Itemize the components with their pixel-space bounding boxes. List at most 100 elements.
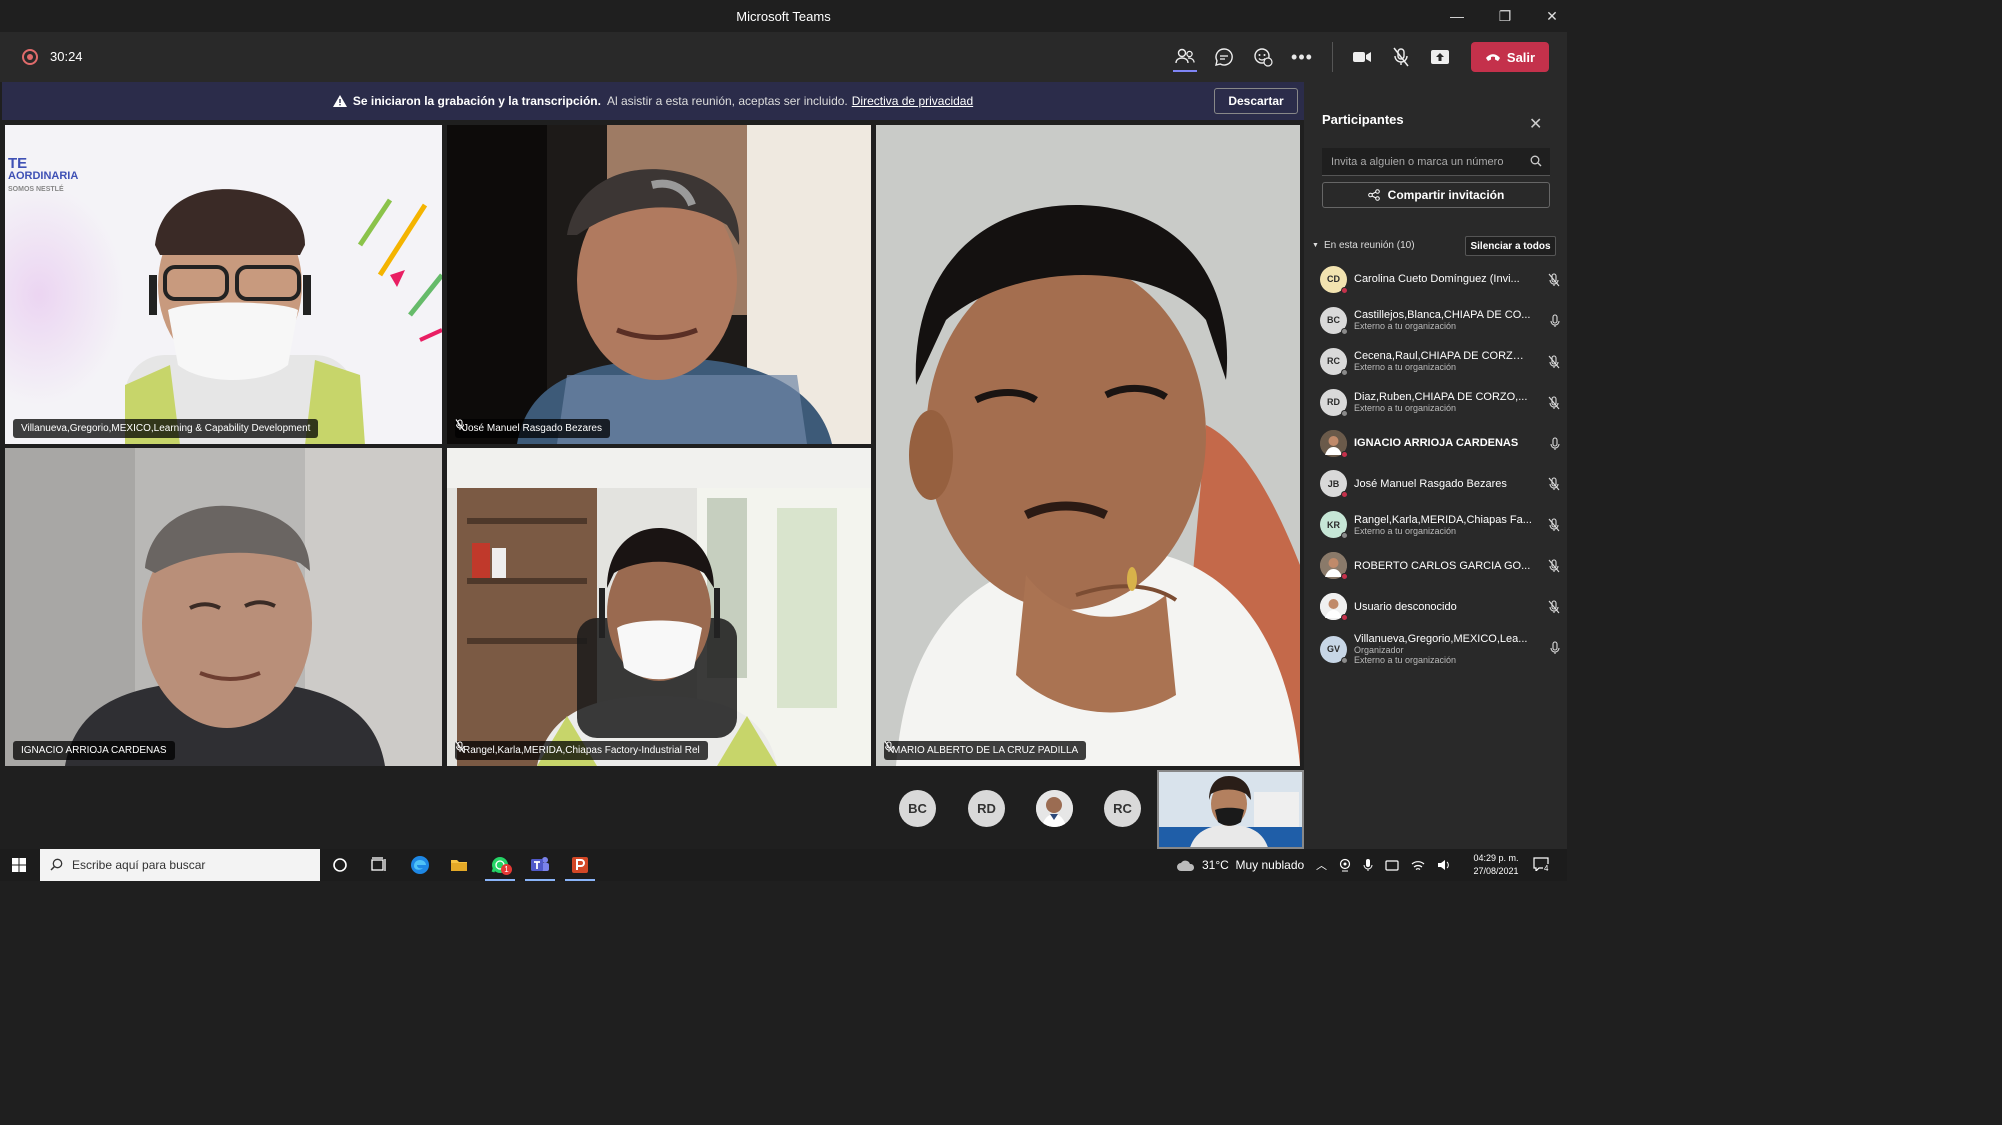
- powerpoint-app-button[interactable]: [565, 855, 595, 881]
- participant-subtitle: Externo a tu organización: [1354, 403, 1457, 414]
- video-tile-rangel-karla[interactable]: Rangel,Karla,MERIDA,Chiapas Factory-Indu…: [447, 448, 871, 766]
- chevron-up-icon[interactable]: ︿: [1316, 857, 1327, 873]
- weather-widget[interactable]: 31°C Muy nublado: [1176, 849, 1304, 881]
- mute-all-button[interactable]: Silenciar a todos: [1465, 236, 1556, 256]
- participant-text: Cecena,Raul,CHIAPA DE CORZO,... Externo a…: [1354, 350, 1532, 372]
- participant-name: IGNACIO ARRIOJA CARDENAS: [1354, 437, 1519, 449]
- status-dot: [1341, 327, 1348, 335]
- participant-avatar[interactable]: RC: [1104, 790, 1141, 827]
- chat-button[interactable]: [1211, 44, 1237, 70]
- mic-icon: [1550, 437, 1560, 456]
- share-invitation-button[interactable]: Compartir invitación: [1322, 182, 1550, 208]
- status-dot: [1341, 614, 1348, 622]
- video-feed: [447, 448, 871, 766]
- participant-subtitle: Externo a tu organización: [1354, 321, 1457, 332]
- participant-row[interactable]: Usuario desconocido: [1320, 586, 1560, 627]
- participant-row[interactable]: IGNACIO ARRIOJA CARDENAS: [1320, 423, 1560, 464]
- edge-icon: [411, 856, 429, 874]
- video-tile-ignacio[interactable]: IGNACIO ARRIOJA CARDENAS: [5, 448, 442, 766]
- participant-text: Carolina Cueto Domínguez (Invi...: [1354, 273, 1532, 285]
- microphone-button[interactable]: [1388, 44, 1414, 70]
- wifi-icon[interactable]: [1411, 859, 1425, 871]
- edge-app-button[interactable]: [410, 855, 430, 875]
- share-screen-button[interactable]: [1427, 44, 1453, 70]
- participant-list: CD Carolina Cueto Domínguez (Invi... BC Cas…: [1320, 259, 1560, 671]
- meet-now-icon[interactable]: [1385, 858, 1399, 872]
- participant-name-tag: MARIO ALBERTO DE LA CRUZ PADILLA: [884, 741, 1087, 760]
- participant-name: Castillejos,Blanca,CHIAPA DE CO...: [1354, 309, 1531, 322]
- participant-avatar[interactable]: BC: [899, 790, 936, 827]
- participant-subtitle: Organizador: [1354, 645, 1404, 656]
- reactions-icon: [1254, 48, 1273, 67]
- minimize-button[interactable]: —: [1441, 0, 1473, 32]
- participant-row[interactable]: RC Cecena,Raul,CHIAPA DE CORZO,... Externo…: [1320, 341, 1560, 382]
- participant-row[interactable]: BC Castillejos,Blanca,CHIAPA DE CO... Exte…: [1320, 300, 1560, 341]
- participant-row[interactable]: CD Carolina Cueto Domínguez (Invi...: [1320, 259, 1560, 300]
- whatsapp-button[interactable]: 1: [485, 855, 515, 881]
- video-feed: [1159, 772, 1302, 847]
- privacy-policy-link[interactable]: Directiva de privacidad: [852, 94, 973, 108]
- participant-text: Rangel,Karla,MERIDA,Chiapas Fa... Externo…: [1354, 514, 1532, 536]
- participant-avatar[interactable]: [1036, 790, 1073, 827]
- powerpoint-icon: [572, 857, 588, 873]
- maximize-button[interactable]: ❐: [1473, 0, 1537, 32]
- status-dot: [1341, 368, 1348, 376]
- participants-button[interactable]: [1172, 44, 1198, 72]
- speaker-icon[interactable]: [1437, 859, 1451, 871]
- self-preview-video[interactable]: [1157, 770, 1304, 849]
- close-icon: ✕: [1529, 116, 1543, 133]
- camera-button[interactable]: [1349, 44, 1375, 70]
- close-panel-button[interactable]: ✕: [1529, 114, 1542, 134]
- teams-app-button[interactable]: [525, 855, 555, 881]
- clock-date: 27/08/2021: [1473, 866, 1519, 876]
- cortana-button[interactable]: [330, 855, 350, 875]
- reactions-button[interactable]: [1250, 44, 1276, 70]
- tile-background-text: TE AORDINARIA SOMOS NESTLÉ: [8, 155, 79, 193]
- participant-name: José Manuel Rasgado Bezares: [1354, 477, 1507, 490]
- taskbar-search-box[interactable]: Escribe aquí para buscar: [40, 849, 320, 881]
- participant-name-tag: IGNACIO ARRIOJA CARDENAS: [13, 741, 175, 760]
- taskbar-clock[interactable]: 04:29 p. m. 27/08/2021: [1466, 852, 1526, 878]
- mic-off-icon: [1548, 355, 1560, 374]
- dismiss-banner-button[interactable]: Descartar: [1214, 88, 1298, 114]
- notification-count: 4: [1543, 864, 1550, 873]
- mic-off-icon: [884, 741, 894, 753]
- video-tile-jose-manuel[interactable]: José Manuel Rasgado Bezares: [447, 125, 871, 444]
- status-dot: [1341, 286, 1348, 294]
- participant-avatar[interactable]: RD: [968, 790, 1005, 827]
- participant-row[interactable]: ROBERTO CARLOS GARCIA GO...: [1320, 545, 1560, 586]
- participant-row[interactable]: JB José Manuel Rasgado Bezares: [1320, 463, 1560, 504]
- banner-bold-text: Se iniciaron la grabación y la transcrip…: [352, 94, 601, 108]
- participant-row[interactable]: KR Rangel,Karla,MERIDA,Chiapas Fa... Exter…: [1320, 504, 1560, 545]
- file-explorer-button[interactable]: [449, 855, 469, 875]
- chevron-down-icon: ▼: [1312, 242, 1319, 249]
- avatar: GV: [1320, 635, 1348, 664]
- notification-center-button[interactable]: 4: [1533, 857, 1550, 876]
- more-icon: •••: [1291, 46, 1313, 67]
- webcam-icon[interactable]: [1339, 858, 1351, 872]
- participant-text: IGNACIO ARRIOJA CARDENAS: [1354, 437, 1532, 449]
- mic-icon: [1550, 314, 1560, 333]
- invite-search-input[interactable]: [1322, 148, 1550, 176]
- recording-icon: [22, 49, 38, 65]
- avatar: CD: [1320, 265, 1348, 294]
- cortana-icon: [333, 858, 347, 872]
- close-window-button[interactable]: ✕: [1537, 0, 1567, 32]
- leave-button[interactable]: Salir: [1471, 42, 1549, 72]
- windows-taskbar: Escribe aquí para buscar 1 31°C Muy nubl…: [0, 849, 1567, 881]
- participant-name: Rangel,Karla,MERIDA,Chiapas Fa...: [1354, 513, 1532, 526]
- task-view-button[interactable]: [369, 855, 389, 875]
- meeting-toolbar: 30:24 ••• Salir: [0, 32, 1567, 82]
- microphone-icon[interactable]: [1363, 858, 1373, 872]
- mic-off-icon: [455, 741, 465, 753]
- participant-row[interactable]: RD Diaz,Ruben,CHIAPA DE CORZO,... Externo …: [1320, 382, 1560, 423]
- in-meeting-section-toggle[interactable]: ▼ En esta reunión (10): [1312, 240, 1415, 251]
- avatar: [1320, 429, 1348, 458]
- avatar: KR: [1320, 511, 1348, 540]
- participant-row[interactable]: GV Villanueva,Gregorio,MEXICO,Lea... Organ…: [1320, 627, 1560, 671]
- start-button[interactable]: [12, 858, 26, 877]
- video-tile-mario-alberto[interactable]: MARIO ALBERTO DE LA CRUZ PADILLA: [876, 125, 1300, 766]
- more-actions-button[interactable]: •••: [1289, 44, 1315, 70]
- video-tile-villanueva[interactable]: TE AORDINARIA SOMOS NESTLÉ Villanueva,Gr…: [5, 125, 442, 444]
- participant-name: Diaz,Ruben,CHIAPA DE CORZO,...: [1354, 391, 1528, 404]
